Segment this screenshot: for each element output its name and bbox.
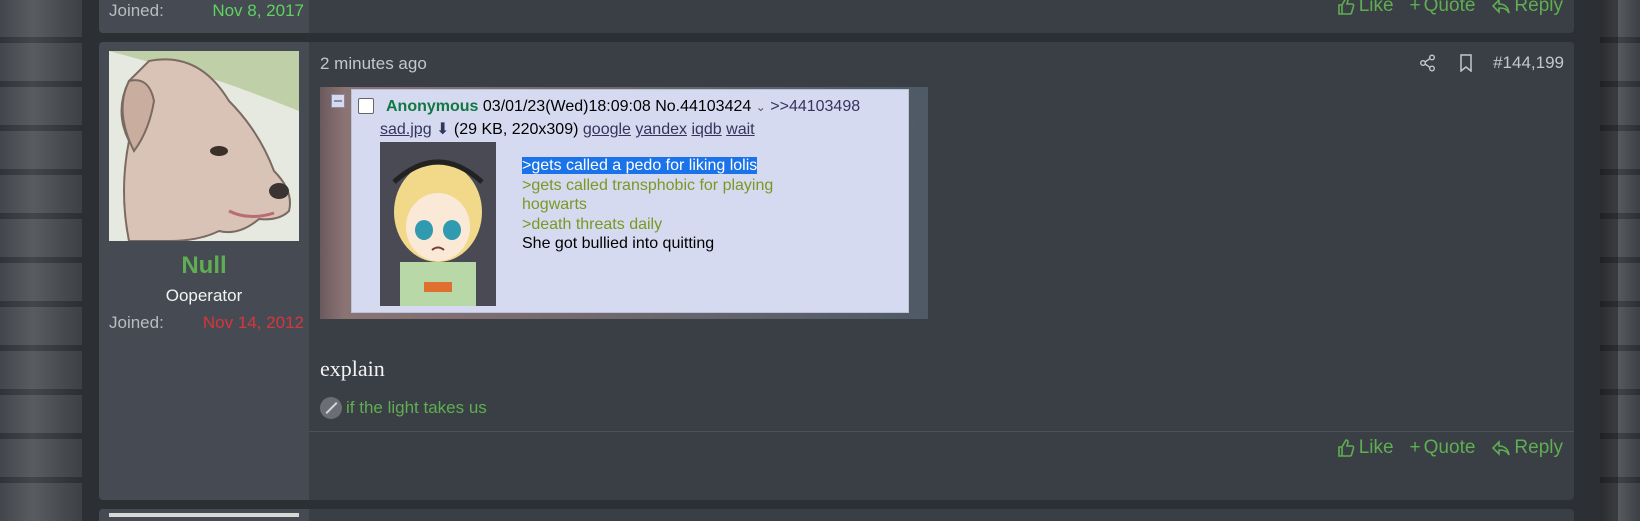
previous-user-panel: Joined: Nov 8, 2017 <box>99 0 309 33</box>
signature: if the light takes us <box>320 397 487 419</box>
bookmark-icon[interactable] <box>1455 52 1477 74</box>
hide-post-icon <box>331 94 345 108</box>
chan-link-wait: wait <box>726 121 755 138</box>
avatar[interactable] <box>109 51 299 241</box>
signature-text: if the light takes us <box>346 398 487 417</box>
post-text: explain <box>320 356 385 381</box>
plus-icon: + <box>1409 437 1421 458</box>
reply-button[interactable]: Reply <box>1491 0 1563 17</box>
chan-reply-ref: >>44103498 <box>770 98 861 115</box>
post-body: 2 minutes ago #144,199 Anonymous 03/01/2… <box>309 42 1574 500</box>
thumbs-up-icon <box>1337 439 1355 457</box>
quote-label: Quote <box>1423 0 1476 16</box>
like-button[interactable]: Like <box>1336 437 1394 459</box>
chan-line-1: >gets called a pedo for liking lolis <box>522 157 758 174</box>
chan-poster-name: Anonymous <box>386 98 479 115</box>
post-footer-actions: Like + Quote Reply <box>1336 437 1563 459</box>
previous-post-actions: Like + Quote Reply <box>1336 0 1563 17</box>
chan-line-5: She got bullied into quitting <box>522 235 715 252</box>
chan-post-date: 03/01/23(Wed)18:09:08 <box>482 98 651 115</box>
thumbs-up-icon <box>1337 0 1355 15</box>
previous-post: Joined: Nov 8, 2017 Like + Quote Reply <box>99 0 1574 33</box>
reply-label: Reply <box>1514 0 1563 16</box>
chan-link-yandex: yandex <box>635 121 687 138</box>
chan-link-iqdb: iqdb <box>691 121 722 138</box>
reply-icon <box>1492 0 1511 14</box>
quote-button[interactable]: + Quote <box>1410 0 1476 17</box>
plus-icon: + <box>1409 0 1421 16</box>
chan-thumbnail <box>380 142 496 306</box>
post-number-link[interactable]: #144,199 <box>1493 53 1564 73</box>
joined-row: Joined: Nov 14, 2012 <box>109 313 304 333</box>
post-top-actions: #144,199 <box>1417 52 1564 74</box>
chan-post-screenshot: Anonymous 03/01/23(Wed)18:09:08 No.44103… <box>331 89 909 313</box>
chan-link-google: google <box>582 121 631 138</box>
chan-post-number: No.44103424 <box>655 98 752 115</box>
scroll-gutter <box>1600 0 1618 521</box>
joined-label: Joined: <box>109 1 164 20</box>
reply-icon <box>1492 440 1511 456</box>
user-panel: Null Ooperator Joined: Nov 14, 2012 <box>99 42 309 500</box>
chan-file-name: sad.jpg <box>380 121 432 138</box>
post-checkbox <box>358 98 374 114</box>
post-footer-divider <box>309 431 1574 432</box>
chevron-down-icon: ⌄ <box>755 100 766 114</box>
chan-post-header: Anonymous 03/01/23(Wed)18:09:08 No.44103… <box>386 98 860 116</box>
like-button[interactable]: Like <box>1336 0 1394 17</box>
like-label: Like <box>1358 437 1394 458</box>
like-label: Like <box>1358 0 1394 16</box>
share-icon[interactable] <box>1417 52 1439 74</box>
reply-label: Reply <box>1514 437 1563 458</box>
chan-file-info: sad.jpg ⬇ (29 KB, 220x309) google yandex… <box>380 119 755 139</box>
username[interactable]: Null <box>99 252 309 280</box>
previous-joined-row: Joined: Nov 8, 2017 <box>109 1 304 21</box>
dog-avatar-image <box>109 51 299 241</box>
quote-button[interactable]: + Quote <box>1410 437 1476 459</box>
reply-button[interactable]: Reply <box>1491 437 1563 459</box>
embedded-screenshot[interactable]: Anonymous 03/01/23(Wed)18:09:08 No.44103… <box>320 87 928 319</box>
joined-date: Nov 8, 2017 <box>212 1 304 20</box>
download-icon: ⬇ <box>436 121 450 138</box>
chan-line-4: >death threats daily <box>522 215 663 233</box>
background-comic-left <box>0 0 82 521</box>
chan-line-2: >gets called transphobic for playing <box>522 176 774 194</box>
post-144199: Null Ooperator Joined: Nov 14, 2012 2 mi… <box>99 42 1574 500</box>
next-user-panel <box>99 509 309 521</box>
chan-line-3: hogwarts <box>522 196 587 213</box>
joined-date: Nov 14, 2012 <box>202 313 304 332</box>
chan-post-text: >gets called a pedo for liking lolis >ge… <box>522 156 773 254</box>
post-timestamp[interactable]: 2 minutes ago <box>320 54 427 74</box>
quote-label: Quote <box>1423 437 1476 458</box>
thread-page: Joined: Nov 8, 2017 Like + Quote Reply N… <box>82 0 1600 521</box>
user-title: Ooperator <box>165 286 243 305</box>
next-post <box>99 509 1574 521</box>
chan-file-details: (29 KB, 220x309) <box>453 121 579 138</box>
lightsaber-icon <box>320 397 342 419</box>
joined-label: Joined: <box>109 313 164 332</box>
next-avatar-edge <box>109 513 299 517</box>
